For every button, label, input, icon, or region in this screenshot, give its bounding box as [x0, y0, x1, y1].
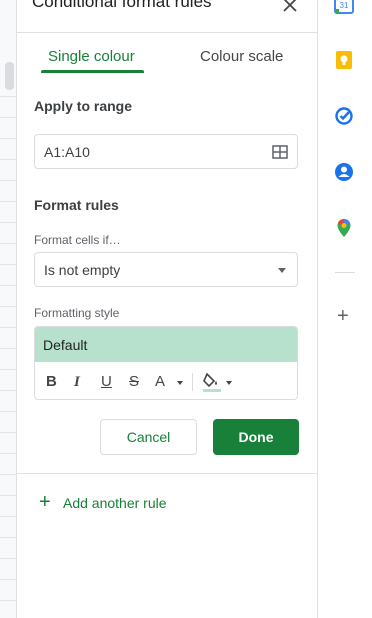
grid-row-line — [0, 138, 17, 139]
text-color-caret-icon[interactable] — [177, 381, 183, 385]
grid-row-line — [0, 453, 17, 454]
close-icon[interactable] — [279, 0, 301, 16]
select-range-grid-icon[interactable] — [272, 144, 288, 160]
grid-row-line — [0, 516, 17, 517]
bold-button[interactable]: B — [46, 373, 57, 391]
grid-row-line — [0, 411, 17, 412]
style-preview[interactable]: Default — [35, 327, 297, 362]
style-preview-text[interactable]: Default — [43, 337, 87, 353]
grid-row-line — [0, 264, 17, 265]
strikethrough-button[interactable]: S — [129, 373, 139, 391]
text-color-button[interactable]: A — [155, 373, 165, 391]
grid-row-line — [0, 96, 17, 97]
chevron-down-icon[interactable] — [278, 268, 286, 273]
formatting-style-box: Default B I U S A — [34, 326, 298, 400]
grid-row-line — [0, 327, 17, 328]
range-value[interactable]: A1:A10 — [44, 144, 90, 160]
grid-row-line — [0, 201, 17, 202]
active-tab-indicator — [41, 70, 144, 73]
cancel-button[interactable]: Cancel — [100, 419, 197, 455]
add-another-rule-label[interactable]: Add another rule — [63, 495, 167, 511]
get-addons-plus-icon[interactable]: + — [337, 306, 349, 326]
grid-row-line — [0, 600, 17, 601]
grid-row-line — [0, 369, 17, 370]
grid-row-line — [0, 390, 17, 391]
grid-row-line — [0, 432, 17, 433]
range-input[interactable]: A1:A10 — [34, 134, 298, 169]
tab-single-colour[interactable]: Single colour — [48, 48, 135, 65]
grid-row-line — [0, 180, 17, 181]
panel-divider — [17, 473, 317, 474]
keep-icon[interactable] — [334, 50, 354, 70]
fill-color-caret-icon[interactable] — [226, 381, 232, 385]
panel-title: Conditional format rules — [32, 0, 212, 11]
plus-icon[interactable]: + — [39, 492, 51, 512]
panel-header: Conditional format rules — [17, 0, 317, 33]
maps-icon[interactable] — [334, 218, 354, 238]
calendar-icon[interactable]: 31 — [334, 0, 354, 14]
italic-button[interactable]: I — [74, 373, 80, 391]
conditional-format-panel: Conditional format rules Single colour C… — [17, 0, 317, 618]
grid-row-line — [0, 537, 17, 538]
grid-row-line — [0, 117, 17, 118]
formatting-style-label: Formatting style — [34, 306, 120, 320]
sheet-grid-strip — [0, 0, 17, 618]
side-rail: 31 + — [317, 0, 372, 618]
grid-row-line — [0, 495, 17, 496]
grid-row-line — [0, 243, 17, 244]
done-button[interactable]: Done — [213, 419, 299, 455]
condition-select[interactable]: Is not empty — [34, 252, 298, 287]
contacts-icon[interactable] — [334, 162, 354, 182]
grid-row-line — [0, 306, 17, 307]
grid-row-line — [0, 558, 17, 559]
apply-to-range-label: Apply to range — [34, 98, 133, 114]
tab-colour-scale[interactable]: Colour scale — [200, 48, 283, 65]
rule-type-tabs: Single colour Colour scale — [17, 33, 317, 77]
calendar-day: 31 — [340, 1, 349, 10]
style-toolbar: B I U S A — [35, 362, 297, 399]
format-rules-heading: Format rules — [34, 197, 119, 213]
rail-divider — [335, 272, 355, 273]
grid-row-line — [0, 579, 17, 580]
grid-row-line — [0, 474, 17, 475]
grid-row-line — [0, 348, 17, 349]
scrollbar-thumb[interactable] — [5, 62, 14, 90]
grid-row-line — [0, 285, 17, 286]
fill-color-icon[interactable] — [201, 371, 223, 393]
grid-row-line — [0, 159, 17, 160]
toolbar-divider — [192, 373, 193, 391]
condition-value[interactable]: Is not empty — [44, 262, 120, 278]
underline-button[interactable]: U — [101, 373, 112, 391]
format-cells-if-label: Format cells if… — [34, 233, 121, 247]
tasks-icon[interactable] — [334, 106, 354, 126]
grid-row-line — [0, 222, 17, 223]
